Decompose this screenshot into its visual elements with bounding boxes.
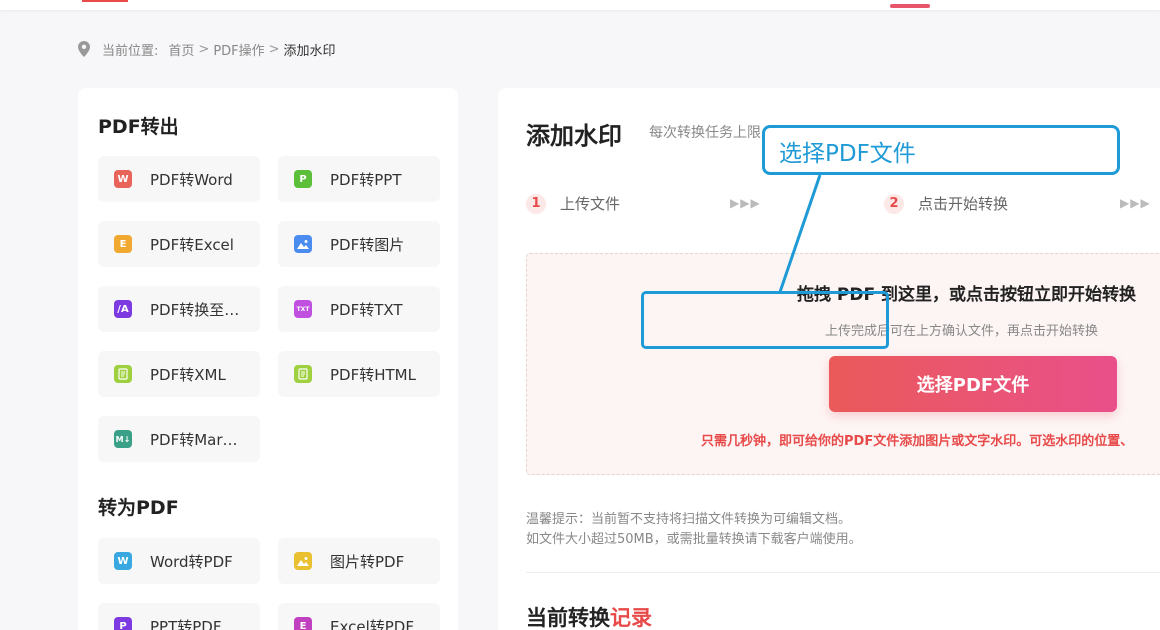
annotation-highlight-box — [641, 291, 889, 349]
breadcrumb-separator: > — [198, 41, 210, 57]
annotation-callout: 选择PDF文件 — [762, 125, 1120, 175]
top-nav-bar — [0, 0, 1160, 10]
sidebar-item-label: Excel转PDF — [330, 617, 414, 630]
import-section-title: 转为PDF — [98, 497, 179, 519]
sidebar-item-label: PDF转图片 — [330, 235, 405, 254]
step-label: 上传文件 — [560, 195, 621, 213]
location-pin-icon — [78, 41, 90, 57]
step-convert: 2 点击开始转换 — [884, 193, 1008, 214]
dropzone-note: 只需几秒钟，即可给你的PDF文件添加图片或文字水印。可选水印的位置、 — [701, 434, 1134, 449]
sidebar-item-pdf-to-ppt[interactable]: P PDF转PPT — [278, 156, 440, 202]
sidebar-item-label: PDF转XML — [150, 365, 226, 384]
word-icon: W — [114, 170, 132, 188]
sidebar-item-label: PDF转HTML — [330, 365, 416, 384]
sidebar-item-label: PDF转Excel — [150, 235, 234, 254]
page-subtitle: 每次转换任务上限 — [649, 125, 761, 141]
step-upload: 1 上传文件 — [526, 193, 620, 214]
ppt-icon: P — [294, 170, 312, 188]
sidebar-item-label: PPT转PDF — [150, 617, 222, 630]
sidebar-item-pdf-to-image[interactable]: PDF转图片 — [278, 221, 440, 267]
sidebar-item-label: PDF转换至… — [150, 300, 240, 319]
tip-line: 如文件大小超过50MB，或需批量转换请下载客户端使用。 — [526, 532, 862, 547]
sidebar-item-excel-to-pdf[interactable]: E Excel转PDF — [278, 603, 440, 630]
sidebar-item-label: PDF转Word — [150, 170, 233, 189]
sidebar-item-ppt-to-pdf[interactable]: P PPT转PDF — [98, 603, 260, 630]
page-title: 添加水印 — [526, 122, 622, 150]
sidebar-item-word-to-pdf[interactable]: W Word转PDF — [98, 538, 260, 584]
sidebar-item-pdf-to-html[interactable]: PDF转HTML — [278, 351, 440, 397]
divider — [526, 572, 1160, 573]
logo-fragment — [82, 0, 128, 2]
sidebar-item-pdf-to-excel[interactable]: E PDF转Excel — [98, 221, 260, 267]
image-icon — [294, 552, 312, 570]
active-nav-indicator — [890, 4, 930, 8]
breadcrumb-current: 添加水印 — [283, 43, 336, 59]
breadcrumb-section-link[interactable]: PDF操作 — [213, 40, 264, 59]
sidebar-item-pdf-to-markdown[interactable]: M↓ PDF转Mar… — [98, 416, 260, 462]
step-number: 2 — [884, 193, 904, 214]
breadcrumb-label: 当前位置: — [102, 43, 159, 59]
word-icon: W — [114, 552, 132, 570]
breadcrumb-separator: > — [268, 41, 280, 57]
step-arrows: ▶▶▶ — [730, 196, 761, 210]
file-dropzone[interactable]: 拖拽 PDF 到这里，或点击按钮立即开始转换 上传完成后可在上方确认文件，再点击… — [526, 253, 1160, 475]
step-arrows: ▶▶▶ — [1120, 196, 1151, 210]
sidebar-item-label: 图片转PDF — [330, 552, 405, 571]
sidebar-item-pdf-to-xml[interactable]: PDF转XML — [98, 351, 260, 397]
sidebar-item-image-to-pdf[interactable]: 图片转PDF — [278, 538, 440, 584]
sidebar-item-pdf-to-word[interactable]: W PDF转Word — [98, 156, 260, 202]
export-section-title: PDF转出 — [98, 116, 179, 138]
txt-icon: TXT — [294, 300, 312, 318]
html-icon — [294, 365, 312, 383]
sidebar-item-label: PDF转Mar… — [150, 430, 238, 449]
sidebar-item-label: PDF转TXT — [330, 300, 403, 319]
records-title: 当前转换记录 — [526, 602, 652, 630]
excel-icon: E — [114, 235, 132, 253]
breadcrumb-home-link[interactable]: 首页 — [168, 40, 194, 59]
sidebar-item-label: PDF转PPT — [330, 170, 402, 189]
xml-icon — [114, 365, 132, 383]
sidebar-item-label: Word转PDF — [150, 552, 233, 571]
markdown-icon: M↓ — [114, 430, 132, 448]
tool-sidebar: PDF转出 W PDF转Word P PDF转PPT E PDF转Excel P… — [78, 88, 458, 630]
tip-line: 温馨提示：当前暂不支持将扫描文件转换为可编辑文档。 — [526, 512, 852, 527]
select-pdf-button[interactable]: 选择PDF文件 — [829, 356, 1117, 412]
breadcrumb: 当前位置: 首页 > PDF操作 > 添加水印 — [78, 40, 336, 59]
step-label: 点击开始转换 — [918, 195, 1009, 213]
ppt-icon: P — [114, 617, 132, 630]
step-number: 1 — [526, 193, 546, 214]
annotation-callout-text: 选择PDF文件 — [779, 141, 916, 167]
records-title-prefix: 当前转换 — [526, 606, 610, 630]
sidebar-item-pdf-to-txt[interactable]: TXT PDF转TXT — [278, 286, 440, 332]
excel-icon: E — [294, 617, 312, 630]
records-title-highlight: 记录 — [610, 606, 652, 630]
convert-icon: /A — [114, 300, 132, 318]
sidebar-item-pdf-convert-to[interactable]: /A PDF转换至… — [98, 286, 260, 332]
image-icon — [294, 235, 312, 253]
